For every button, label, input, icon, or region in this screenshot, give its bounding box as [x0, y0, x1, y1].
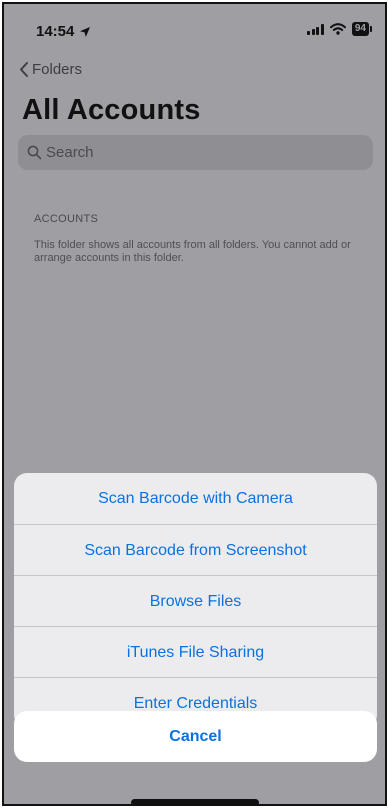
chevron-left-icon — [20, 62, 28, 77]
back-button[interactable]: Folders — [18, 61, 82, 78]
phone-screen: 14:54 94 Folders All Accounts Search ACC… — [2, 2, 387, 806]
search-input[interactable] — [46, 144, 346, 161]
search-bar[interactable] — [18, 135, 373, 170]
cellular-signal-icon — [307, 23, 324, 35]
import-action-sheet: Scan Barcode with Camera Scan Barcode fr… — [14, 473, 377, 728]
accounts-section-header: ACCOUNTS — [34, 213, 99, 225]
status-time: 14:54 — [36, 23, 75, 40]
cancel-button[interactable]: Cancel — [14, 711, 377, 762]
scan-barcode-screenshot-button[interactable]: Scan Barcode from Screenshot — [14, 524, 377, 575]
search-icon — [27, 145, 42, 160]
itunes-file-sharing-button[interactable]: iTunes File Sharing — [14, 626, 377, 677]
status-bar: 14:54 94 — [4, 4, 385, 54]
location-arrow-icon — [80, 26, 91, 37]
scan-barcode-camera-button[interactable]: Scan Barcode with Camera — [14, 473, 377, 524]
status-time-group: 14:54 — [36, 23, 91, 40]
accounts-section-footer: This folder shows all accounts from all … — [34, 239, 351, 264]
back-label: Folders — [32, 61, 83, 78]
status-indicators: 94 — [307, 22, 373, 36]
page-title: All Accounts — [22, 94, 201, 126]
wifi-icon — [329, 23, 346, 35]
battery-indicator: 94 — [351, 22, 373, 36]
home-indicator[interactable] — [130, 799, 259, 804]
browse-files-button[interactable]: Browse Files — [14, 575, 377, 626]
